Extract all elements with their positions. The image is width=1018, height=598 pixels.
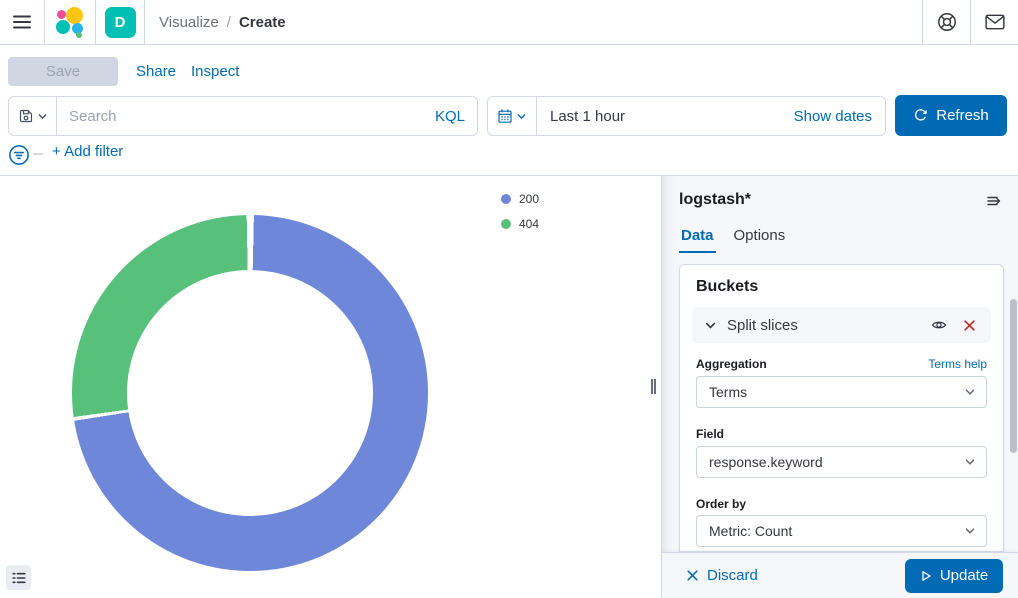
filter-menu-button[interactable] [8,144,30,166]
saved-query-button[interactable] [8,96,57,136]
breadcrumb-separator: / [227,14,231,31]
close-icon [686,569,699,582]
remove-bucket-button[interactable] [960,316,979,335]
main-content: 200 404 logstash* [0,175,1018,598]
buckets-card: Buckets Split slices [679,264,1004,552]
aggregation-label: Aggregation [696,357,767,371]
search-input[interactable] [69,108,435,125]
help-menu-button[interactable] [923,0,970,44]
share-button[interactable]: Share [136,63,176,80]
aggregation-label-row: Aggregation Terms help [696,357,987,371]
legend-swatch [501,194,511,204]
panel-resize-handle[interactable] [651,379,656,394]
discard-label: Discard [707,567,758,584]
menu-right-icon [986,193,1002,209]
inspect-button[interactable]: Inspect [191,63,239,80]
field-label-row: Field [696,427,987,441]
visualization-area: 200 404 [0,176,660,598]
chevron-down-icon [964,386,976,398]
aggregation-value: Terms [709,384,747,400]
tab-data[interactable]: Data [679,225,716,253]
legend-toggle-button[interactable] [6,565,31,590]
editor-panel: logstash* Data Options Buckets [661,176,1018,598]
menu-button[interactable] [0,0,44,44]
mail-icon [985,14,1005,30]
collapse-panel-button[interactable] [984,191,1004,211]
legend-label: 200 [519,192,539,206]
calendar-icon [497,108,513,124]
filter-bar: + Add filter [0,140,1018,175]
chart-legend: 200 404 [501,192,539,231]
filter-dash [33,153,43,155]
order-by-select[interactable]: Metric: Count [696,515,987,547]
hamburger-icon [13,15,31,29]
buckets-title: Buckets [680,265,1003,296]
donut-chart[interactable] [72,215,428,571]
breadcrumb-visualize[interactable]: Visualize [159,14,219,31]
breadcrumb: Visualize / Create [145,14,300,31]
space-badge[interactable]: D [105,7,136,38]
chevron-down-icon [704,319,717,332]
terms-help-link[interactable]: Terms help [928,357,987,371]
chevron-down-icon [964,456,976,468]
global-header: D Visualize / Create [0,0,1018,45]
refresh-button[interactable]: Refresh [895,95,1007,136]
legend-item[interactable]: 200 [501,192,539,206]
update-label: Update [940,567,988,584]
elastic-logo[interactable] [45,0,95,44]
split-slices-accordion[interactable]: Split slices [692,307,991,343]
scrollbar-thumb[interactable] [1010,299,1017,453]
chevron-down-icon [516,111,527,122]
save-button[interactable]: Save [8,57,118,86]
tab-options[interactable]: Options [732,225,788,253]
chevron-down-icon [964,525,976,537]
discard-button[interactable]: Discard [686,567,758,584]
editor-footer: Discard Update [662,552,1018,598]
query-language-button[interactable]: KQL [435,108,465,125]
time-range-field: Last 1 hour Show dates [536,96,886,136]
query-bar: KQL Last 1 hour Show dates Refre [0,92,1018,140]
close-icon [963,319,976,332]
newsfeed-button[interactable] [971,0,1018,44]
play-icon [920,570,932,582]
legend-swatch [501,219,511,229]
save-query-icon [18,108,34,124]
field-value: response.keyword [709,454,823,470]
field-label: Field [696,427,724,441]
help-icon [937,12,957,32]
add-filter-button[interactable]: + Add filter [52,143,123,160]
time-range-value[interactable]: Last 1 hour [550,108,625,125]
breadcrumb-current: Create [239,14,286,31]
header-left: D Visualize / Create [0,0,300,44]
order-by-label-row: Order by [696,497,987,511]
header-right [922,0,1018,44]
refresh-label: Refresh [936,107,989,124]
index-pattern-title: logstash* [679,191,751,209]
show-dates-button[interactable]: Show dates [794,108,872,125]
space-selector: D [96,0,144,44]
aggregation-select[interactable]: Terms [696,376,987,408]
accordion-label: Split slices [727,317,928,334]
panel-tabs: Data Options [662,211,1018,253]
legend-label: 404 [519,217,539,231]
order-by-value: Metric: Count [709,523,792,539]
field-select[interactable]: response.keyword [696,446,987,478]
app-window: D Visualize / Create [0,0,1018,598]
panel-header: logstash* [662,176,1018,211]
date-picker-button[interactable] [487,96,537,136]
elastic-logo-icon [55,7,85,37]
order-by-label: Order by [696,497,746,511]
chevron-down-icon [37,111,48,122]
refresh-icon [913,108,928,123]
toolbar: Save Share Inspect [0,45,1018,92]
legend-item[interactable]: 404 [501,217,539,231]
list-icon [12,571,26,585]
search-field: KQL [56,96,478,136]
update-button[interactable]: Update [905,559,1003,593]
toggle-visibility-button[interactable] [928,314,950,336]
eye-icon [931,317,947,333]
filter-icon [8,144,30,166]
